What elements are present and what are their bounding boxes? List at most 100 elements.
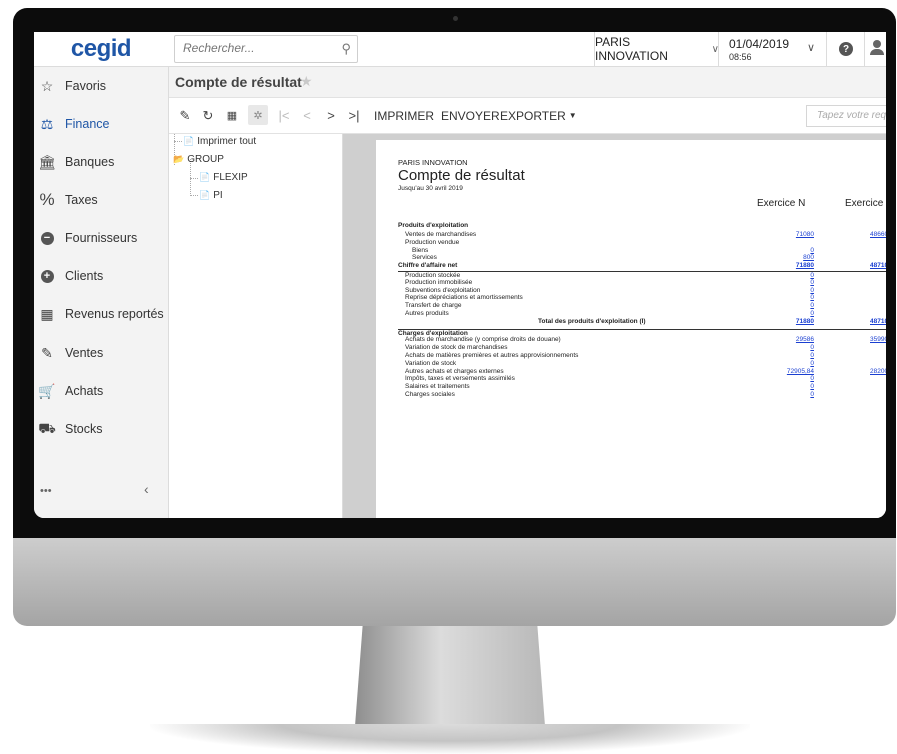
report-value-n[interactable]: 0 bbox=[810, 344, 814, 352]
send-button[interactable]: ENVOYER bbox=[441, 98, 500, 133]
report-row-label: Subventions d'exploitation bbox=[405, 286, 481, 294]
column-header-exercice-n: Exercice N bbox=[757, 198, 806, 209]
settings-icon[interactable]: ✲ bbox=[248, 105, 268, 125]
last-page-icon[interactable]: >| bbox=[344, 98, 364, 133]
report-row: Achats de matières premières et autres a… bbox=[398, 352, 886, 360]
sidebar-item-label: Achats bbox=[65, 384, 104, 398]
help-button[interactable]: ? bbox=[826, 32, 865, 66]
sidebar-item-favoris[interactable]: ☆ Favoris bbox=[34, 74, 168, 98]
company-selector[interactable]: PARIS INNOVATION ∨ bbox=[594, 32, 719, 66]
report-viewer[interactable]: PARIS INNOVATION Compte de résultat Jusq… bbox=[343, 134, 886, 518]
report-row: Ventes de marchandises 71080 48660 bbox=[398, 231, 886, 239]
next-page-icon[interactable]: > bbox=[321, 98, 341, 133]
report-row-label: Charges sociales bbox=[405, 391, 455, 398]
first-page-icon[interactable]: |< bbox=[274, 98, 294, 133]
report-value-n[interactable]: 71880 bbox=[796, 318, 814, 326]
report-row: Production vendue bbox=[398, 239, 886, 247]
query-input[interactable]: Tapez votre requête bbox=[806, 105, 886, 127]
report-value-n[interactable]: 0 bbox=[810, 294, 814, 302]
report-row-label: Salaires et traitements bbox=[405, 383, 470, 391]
file-icon: 📄 bbox=[199, 190, 211, 200]
sidebar-item-revenus-reportes[interactable]: ▦ Revenus reportés bbox=[34, 302, 168, 326]
caret-down-icon: ▼ bbox=[568, 111, 577, 120]
report-row-label: Variation de stock de marchandises bbox=[405, 344, 508, 352]
truck-icon: ⛟ bbox=[38, 419, 56, 436]
report-value-n-1[interactable]: 48710 bbox=[870, 262, 886, 270]
report-value-n[interactable]: 0 bbox=[810, 310, 814, 318]
chevron-down-icon: ∨ bbox=[806, 42, 815, 54]
user-icon-body bbox=[870, 49, 884, 55]
report-value-n-1[interactable]: 48710 bbox=[870, 318, 886, 326]
search-box[interactable]: ⚲ bbox=[174, 35, 358, 63]
report-value-n[interactable]: 0 bbox=[810, 279, 814, 287]
report-row-label: Autres produits bbox=[405, 310, 449, 317]
report-row-label: Reprise dépréciations et amortissements bbox=[405, 294, 523, 302]
report-row: Variation de stock 0 bbox=[398, 360, 886, 368]
report-value-n[interactable]: 0 bbox=[810, 391, 814, 399]
edit-icon: ✎ bbox=[41, 344, 53, 361]
sidebar: ☆ Favoris ⚖ Finance 🏛 Banques % Taxes − … bbox=[34, 67, 169, 518]
collapse-sidebar-icon[interactable]: ‹ bbox=[144, 481, 149, 497]
report-value-n-1[interactable]: 35990 bbox=[870, 336, 886, 344]
tree-line bbox=[174, 141, 182, 142]
user-button[interactable] bbox=[864, 32, 886, 66]
scales-icon: ⚖ bbox=[40, 115, 54, 132]
sidebar-item-banques[interactable]: 🏛 Banques bbox=[34, 150, 168, 174]
report-value-n[interactable]: 71880 bbox=[796, 262, 814, 270]
sidebar-item-ventes[interactable]: ✎ Ventes bbox=[34, 341, 168, 365]
report-value-n[interactable]: 72905,84 bbox=[787, 368, 814, 376]
export-button[interactable]: EXPORTER ▼ bbox=[500, 98, 577, 133]
report-value-n[interactable]: 0 bbox=[810, 352, 814, 360]
previous-page-icon[interactable]: < bbox=[297, 98, 317, 133]
report-value-n-1[interactable]: 48660 bbox=[870, 231, 886, 239]
sidebar-item-label: Clients bbox=[65, 269, 104, 283]
sidebar-item-clients[interactable]: + Clients bbox=[34, 264, 168, 288]
calendar-icon: ▦ bbox=[40, 305, 54, 322]
report-row: Variation de stock de marchandises 0 bbox=[398, 344, 886, 352]
refresh-icon[interactable]: ↻ bbox=[198, 98, 218, 133]
current-time: 08:56 bbox=[729, 52, 752, 62]
search-icon[interactable]: ⚲ bbox=[341, 41, 351, 57]
percent-icon: % bbox=[39, 190, 55, 209]
folder-open-icon: 📂 bbox=[173, 154, 185, 164]
report-row: Autres produits 0 bbox=[398, 310, 886, 318]
sidebar-item-taxes[interactable]: % Taxes bbox=[34, 188, 168, 212]
report-value-n[interactable]: 0 bbox=[810, 287, 814, 295]
tree-item-label: FLEXIP bbox=[213, 172, 248, 183]
tree-item-pi[interactable]: 📄 PI bbox=[199, 190, 223, 201]
camera bbox=[453, 16, 458, 21]
report-row: Services 800 bbox=[398, 254, 886, 262]
report-row: Salaires et traitements 0 bbox=[398, 383, 886, 391]
report-value-n[interactable]: 0 bbox=[810, 375, 814, 383]
sidebar-item-label: Favoris bbox=[65, 79, 106, 93]
report-page: PARIS INNOVATION Compte de résultat Jusq… bbox=[376, 140, 886, 518]
tree-item-print-all[interactable]: 📄 Imprimer tout bbox=[183, 136, 256, 147]
report-value-n[interactable]: 0 bbox=[810, 360, 814, 368]
report-value-n[interactable]: 71080 bbox=[796, 231, 814, 239]
report-value-n[interactable]: 0 bbox=[810, 302, 814, 310]
minus-circle-icon: − bbox=[39, 230, 55, 246]
cegid-logo[interactable]: cegid bbox=[34, 32, 168, 66]
report-value-n[interactable]: 800 bbox=[803, 254, 814, 262]
sidebar-item-fournisseurs[interactable]: − Fournisseurs bbox=[34, 226, 168, 250]
report-value-n[interactable]: 0 bbox=[810, 247, 814, 255]
tree-item-group[interactable]: 📂 GROUP bbox=[173, 154, 224, 165]
sidebar-item-finance[interactable]: ⚖ Finance bbox=[34, 112, 168, 136]
search-input[interactable] bbox=[175, 36, 341, 60]
report-value-n-1[interactable]: 28200 bbox=[870, 368, 886, 376]
report-row: Achats de marchandise (y comprise droits… bbox=[398, 336, 886, 344]
report-row-label: Production immobilisée bbox=[405, 278, 473, 286]
more-icon[interactable]: ••• bbox=[40, 485, 52, 497]
print-button[interactable]: IMPRIMER bbox=[374, 98, 434, 133]
tree-item-flexip[interactable]: 📄 FLEXIP bbox=[199, 172, 248, 183]
sidebar-item-achats[interactable]: 🛒 Achats bbox=[34, 379, 168, 403]
report-row: Produits d'exploitation bbox=[398, 222, 886, 230]
favorite-star-icon[interactable]: ★ bbox=[300, 73, 313, 90]
sidebar-item-stocks[interactable]: ⛟ Stocks bbox=[34, 417, 168, 441]
star-icon: ☆ bbox=[40, 77, 54, 94]
edit-icon[interactable]: ✎ bbox=[175, 98, 195, 133]
report-value-n[interactable]: 0 bbox=[810, 383, 814, 391]
report-value-n[interactable]: 29586 bbox=[796, 336, 814, 344]
date-selector[interactable]: 01/04/2019 08:56 ∨ bbox=[718, 32, 827, 66]
calculator-icon[interactable]: ▦ bbox=[222, 98, 242, 133]
